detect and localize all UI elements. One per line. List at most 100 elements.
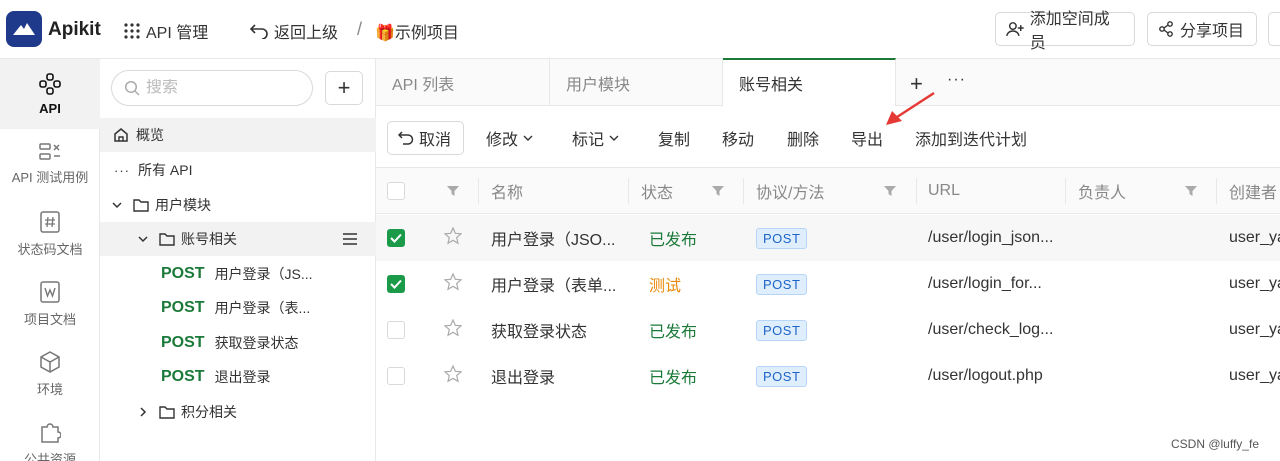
table-header: 名称 状态 协议/方法 URL 负责人 创建者 bbox=[376, 168, 1280, 214]
filter-icon[interactable] bbox=[447, 185, 459, 197]
rail-item-api[interactable]: API bbox=[0, 59, 100, 129]
tab-user-module[interactable]: 用户模块 bbox=[550, 59, 723, 106]
annotation-arrow bbox=[886, 91, 935, 125]
tree-item-overview[interactable]: 概览 bbox=[100, 118, 376, 152]
search-box[interactable] bbox=[111, 70, 313, 106]
row-status: 已发布 bbox=[649, 232, 698, 249]
star-icon[interactable] bbox=[444, 319, 462, 337]
tree-item-label: 概览 bbox=[136, 127, 164, 143]
row-url: /user/check_log... bbox=[928, 321, 1054, 338]
cancel-button[interactable]: 取消 bbox=[387, 121, 464, 155]
row-creator: user_ya bbox=[1229, 229, 1280, 246]
row-creator: user_ya bbox=[1229, 367, 1280, 384]
search-input[interactable] bbox=[146, 79, 296, 97]
tree-folder-account-related[interactable]: 账号相关 bbox=[100, 222, 376, 256]
row-creator: user_ya bbox=[1229, 275, 1280, 292]
overflow-button[interactable] bbox=[1268, 12, 1280, 46]
table-row[interactable]: 退出登录 已发布 POST /user/logout.php user_ya bbox=[376, 353, 1280, 399]
api-icon bbox=[39, 72, 61, 95]
export-button[interactable]: 导出 bbox=[851, 121, 883, 155]
row-status: 已发布 bbox=[649, 324, 698, 341]
modify-label: 修改 bbox=[486, 132, 519, 149]
row-name[interactable]: 获取登录状态 bbox=[491, 307, 626, 353]
tree-api-item[interactable]: POST 用户登录（表... bbox=[100, 291, 376, 325]
row-name[interactable]: 用户登录（表单... bbox=[491, 261, 626, 307]
table-row[interactable]: 用户登录（表单... 测试 POST /user/login_for... us… bbox=[376, 261, 1280, 307]
folder-icon bbox=[159, 406, 175, 419]
top-bar: Apikit API 管理 返回上级 / 🎁示例项目 添加空间成员 分享项目 bbox=[0, 0, 1280, 59]
rail-label: API bbox=[39, 100, 61, 116]
tab-label: 账号相关 bbox=[739, 77, 804, 94]
share-project-label: 分享项目 bbox=[1180, 23, 1245, 40]
tree-item-label: 获取登录状态 bbox=[214, 335, 299, 351]
add-api-button[interactable]: + bbox=[325, 71, 363, 105]
star-icon[interactable] bbox=[444, 227, 462, 245]
menu-icon[interactable] bbox=[343, 233, 357, 245]
row-checkbox[interactable] bbox=[387, 367, 405, 385]
home-icon bbox=[114, 128, 128, 142]
add-member-label: 添加空间成员 bbox=[1029, 11, 1110, 52]
modify-dropdown[interactable]: 修改 bbox=[486, 121, 533, 155]
filter-icon[interactable] bbox=[884, 185, 896, 197]
app-name: Apikit bbox=[48, 19, 101, 40]
rail-label: 状态码文档 bbox=[17, 241, 83, 257]
tree-api-item[interactable]: POST 退出登录 bbox=[100, 360, 376, 394]
tree-folder-points-related[interactable]: 积分相关 bbox=[100, 395, 376, 429]
mark-dropdown[interactable]: 标记 bbox=[572, 121, 619, 155]
more-tabs-button[interactable]: ··· bbox=[947, 71, 966, 89]
method-badge: POST bbox=[756, 227, 808, 249]
method-tag: POST bbox=[161, 368, 205, 385]
table-row[interactable]: 用户登录（JSO... 已发布 POST /user/login_json...… bbox=[376, 215, 1280, 261]
project-breadcrumb[interactable]: 🎁示例项目 bbox=[375, 19, 459, 43]
tree-item-label: 用户登录（表... bbox=[214, 300, 311, 316]
filter-icon[interactable] bbox=[712, 185, 724, 197]
copy-button[interactable]: 复制 bbox=[658, 121, 690, 155]
rail-item-environment[interactable]: 环境 bbox=[0, 339, 100, 409]
tab-api-list[interactable]: API 列表 bbox=[376, 59, 550, 106]
rail-item-public-resources[interactable]: 公共资源 bbox=[0, 409, 100, 461]
tree-folder-user-module[interactable]: 用户模块 bbox=[100, 188, 376, 222]
column-url: URL bbox=[928, 182, 961, 199]
tree-item-all-api[interactable]: ··· 所有 API bbox=[100, 153, 376, 187]
watermark: CSDN @luffy_fe bbox=[1171, 437, 1259, 451]
tree-item-label: 积分相关 bbox=[181, 404, 237, 420]
star-icon[interactable] bbox=[444, 365, 462, 383]
row-checkbox[interactable] bbox=[387, 321, 405, 339]
api-manage-menu[interactable]: API 管理 bbox=[124, 19, 208, 43]
move-button[interactable]: 移动 bbox=[722, 121, 754, 155]
row-url: /user/logout.php bbox=[928, 367, 1043, 384]
tree-item-label: 用户登录（JS... bbox=[214, 266, 313, 282]
row-name[interactable]: 退出登录 bbox=[491, 353, 626, 399]
search-icon bbox=[124, 80, 140, 96]
row-status: 测试 bbox=[649, 278, 682, 295]
tree-api-item[interactable]: POST 用户登录（JS... bbox=[100, 257, 376, 291]
method-tag: POST bbox=[161, 265, 205, 282]
delete-button[interactable]: 删除 bbox=[787, 121, 819, 155]
chevron-right-icon bbox=[140, 407, 147, 417]
check-icon bbox=[390, 233, 402, 243]
row-checkbox[interactable] bbox=[387, 275, 405, 293]
folder-icon bbox=[159, 233, 175, 246]
star-icon[interactable] bbox=[444, 273, 462, 291]
select-all-checkbox[interactable] bbox=[387, 182, 405, 200]
more-dots-icon: ··· bbox=[114, 162, 130, 178]
row-checkbox[interactable] bbox=[387, 229, 405, 247]
tree-item-label: 退出登录 bbox=[214, 369, 271, 385]
method-badge: POST bbox=[756, 365, 808, 387]
rail-item-project-doc[interactable]: 项目文档 bbox=[0, 269, 100, 339]
table-row[interactable]: 获取登录状态 已发布 POST /user/check_log... user_… bbox=[376, 307, 1280, 353]
rail-item-test-case[interactable]: API 测试用例 bbox=[0, 129, 100, 199]
back-button[interactable]: 返回上级 bbox=[250, 19, 338, 43]
tree-api-item[interactable]: POST 获取登录状态 bbox=[100, 326, 376, 360]
tree-item-label: 用户模块 bbox=[155, 197, 211, 213]
column-owner: 负责人 bbox=[1078, 185, 1127, 202]
filter-icon[interactable] bbox=[1185, 185, 1197, 197]
rail-item-status-code[interactable]: 状态码文档 bbox=[0, 199, 100, 269]
cancel-label: 取消 bbox=[419, 132, 452, 149]
row-name[interactable]: 用户登录（JSO... bbox=[491, 215, 626, 261]
share-project-button[interactable]: 分享项目 bbox=[1147, 12, 1257, 46]
row-status: 已发布 bbox=[649, 370, 698, 387]
apikit-logo[interactable] bbox=[6, 11, 42, 47]
add-member-button[interactable]: 添加空间成员 bbox=[995, 11, 1135, 52]
tab-account-related[interactable]: 账号相关 bbox=[723, 58, 896, 106]
